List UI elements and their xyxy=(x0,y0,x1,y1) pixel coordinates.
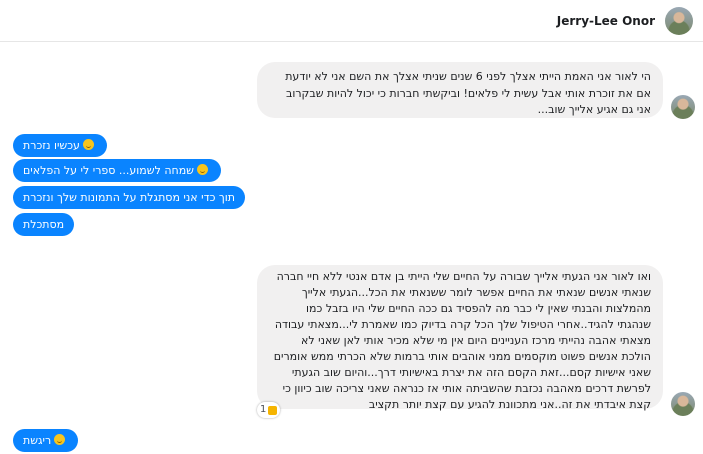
smile-emoji-icon xyxy=(196,164,208,175)
incoming-message[interactable]: ואו לאור אני הגעתי אלייך שבורה על החיים … xyxy=(257,265,663,411)
sender-avatar[interactable] xyxy=(671,95,695,119)
incoming-message[interactable]: הי לאור אני האמת הייתי אצלך לפני 6 שנים … xyxy=(257,62,663,118)
sender-avatar[interactable] xyxy=(671,392,695,416)
chat-header: Jerry-Lee Onor xyxy=(0,0,703,42)
outgoing-message[interactable]: שמחה לשמוע... ספרי לי על הפלאים xyxy=(13,159,221,182)
smile-emoji-icon xyxy=(82,139,94,150)
outgoing-message[interactable]: תוך כדי אני מסתגלת על התמונות שלך ונזכרת xyxy=(13,186,246,209)
contact-avatar[interactable] xyxy=(665,7,693,35)
message-text: עכשיו נזכרת xyxy=(23,139,80,152)
contact-name[interactable]: Jerry-Lee Onor xyxy=(557,14,655,28)
smile-emoji-icon xyxy=(54,434,66,445)
message-text: ריגשת xyxy=(23,434,52,447)
reaction-count: 1 xyxy=(260,404,267,415)
reaction-badge[interactable]: 1 xyxy=(257,402,281,418)
message-text: שמחה לשמוע... ספרי לי על הפלאים xyxy=(23,164,194,177)
outgoing-message[interactable]: ריגשת xyxy=(13,429,79,452)
thumbs-down-icon xyxy=(268,405,278,415)
outgoing-message[interactable]: מסתכלת xyxy=(13,213,75,236)
outgoing-message[interactable]: עכשיו נזכרת xyxy=(13,134,107,157)
